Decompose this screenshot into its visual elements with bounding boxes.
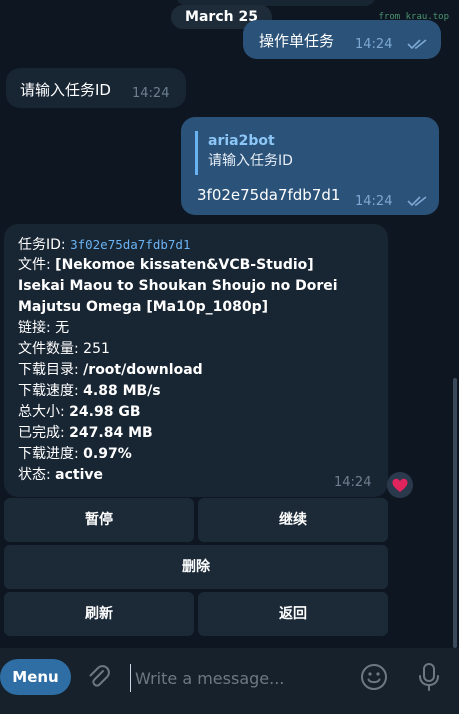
double-check-icon <box>407 196 427 207</box>
speed-row: 下载速度: 4.88 MB/s <box>18 381 161 402</box>
download-dir-value: /root/download <box>83 362 203 378</box>
download-dir-row: 下载目录: /root/download <box>18 360 203 381</box>
file-row-cont: Majutsu Omega [Ma10p_1080p] <box>18 297 268 318</box>
message-outgoing[interactable]: 操作单任务 14:24 <box>243 20 441 59</box>
reaction-badge[interactable] <box>387 472 413 498</box>
status-value: active <box>55 467 104 483</box>
link-label: 链接: <box>18 320 56 336</box>
message-time: 14:24 <box>355 37 393 52</box>
status-label: 状态: <box>18 467 56 483</box>
message-time: 14:24 <box>334 475 372 490</box>
file-name-line3: Majutsu Omega [Ma10p_1080p] <box>18 299 269 315</box>
file-count-value: 251 <box>83 341 110 357</box>
link-value: 无 <box>55 320 70 336</box>
reply-text: 请输入任务ID <box>208 153 293 169</box>
pause-button[interactable]: 暂停 <box>4 498 194 542</box>
message-time: 14:24 <box>132 86 170 101</box>
file-count-label: 文件数量: <box>18 341 84 357</box>
message-incoming[interactable]: 请输入任务ID 14:24 <box>6 68 186 108</box>
file-row: 文件: [Nekomoe kissaten&VCB-Studio] <box>18 255 314 276</box>
microphone-icon[interactable] <box>417 662 441 692</box>
file-label: 文件: <box>18 257 56 273</box>
task-id-value[interactable]: 3f02e75da7fdb7d1 <box>70 237 190 252</box>
menu-button[interactable]: Menu <box>0 659 71 695</box>
refresh-button[interactable]: 刷新 <box>4 592 194 636</box>
back-button[interactable]: 返回 <box>198 592 388 636</box>
task-id-label: 任务ID: <box>18 237 71 253</box>
completed-row: 已完成: 247.84 MB <box>18 423 153 444</box>
progress-label: 下载进度: <box>18 446 84 462</box>
double-check-icon <box>407 39 427 50</box>
message-text: 请输入任务ID <box>20 81 111 99</box>
emoji-icon[interactable] <box>360 663 388 691</box>
message-text: 3f02e75da7fdb7d1 <box>197 186 341 204</box>
file-name-line1: [Nekomoe kissaten&VCB-Studio] <box>55 257 314 273</box>
total-size-row: 总大小: 24.98 GB <box>18 402 141 423</box>
status-row: 状态: active <box>18 465 103 486</box>
reply-sender-name: aria2bot <box>208 133 275 149</box>
file-name-line2: Isekai Maou to Shoukan Shoujo no Dorei <box>18 278 338 294</box>
task-id-row: 任务ID: 3f02e75da7fdb7d1 <box>18 234 191 256</box>
message-input[interactable] <box>130 664 340 692</box>
reply-quote[interactable]: aria2bot 请输入任务ID <box>195 131 315 175</box>
scrollbar[interactable] <box>453 378 457 648</box>
delete-button[interactable]: 删除 <box>4 545 388 589</box>
file-count-row: 文件数量: 251 <box>18 339 110 360</box>
resume-button[interactable]: 继续 <box>198 498 388 542</box>
message-time: 14:24 <box>355 194 393 209</box>
speed-value: 4.88 MB/s <box>83 383 161 399</box>
link-row: 链接: 无 <box>18 318 69 339</box>
total-size-label: 总大小: <box>18 404 70 420</box>
heart-icon <box>392 478 408 492</box>
progress-row: 下载进度: 0.97% <box>18 444 132 465</box>
paperclip-icon[interactable] <box>86 664 112 690</box>
progress-value: 0.97% <box>83 446 132 462</box>
message-outgoing-reply[interactable]: aria2bot 请输入任务ID 3f02e75da7fdb7d1 14:24 <box>181 117 439 215</box>
download-dir-label: 下载目录: <box>18 362 84 378</box>
message-text: 操作单任务 <box>259 32 335 50</box>
file-row-cont: Isekai Maou to Shoukan Shoujo no Dorei <box>18 276 338 297</box>
completed-label: 已完成: <box>18 425 70 441</box>
completed-value: 247.84 MB <box>69 425 153 441</box>
total-size-value: 24.98 GB <box>69 404 141 420</box>
speed-label: 下载速度: <box>18 383 84 399</box>
